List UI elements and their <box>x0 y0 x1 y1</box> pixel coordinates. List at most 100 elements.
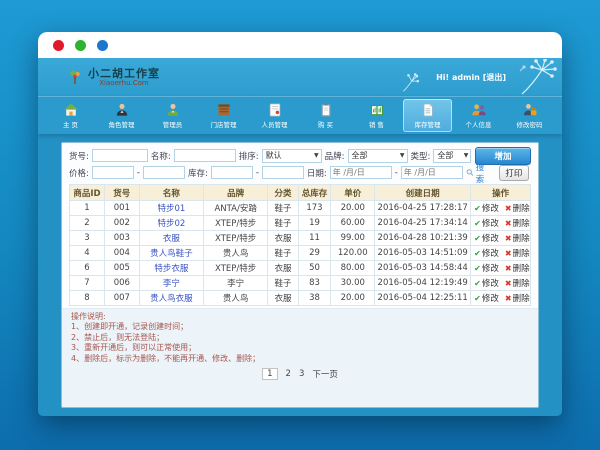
table-row: 4004贵人鸟鞋子贵人鸟鞋子29120.002016-05-03 14:51:0… <box>70 246 531 261</box>
edit-button[interactable]: ✔修改 <box>474 279 499 289</box>
cell-created: 2016-04-28 10:21:39 <box>375 231 471 246</box>
cell-category: 鞋子 <box>268 276 298 291</box>
dandelion-decoration <box>512 59 558 95</box>
cell-category: 衣服 <box>268 231 298 246</box>
delete-icon: ✖ <box>505 219 512 228</box>
range-separator: - <box>137 168 140 178</box>
stock-min-input[interactable] <box>211 166 253 179</box>
cell-price: 120.00 <box>331 246 375 261</box>
edit-button[interactable]: ✔修改 <box>474 264 499 274</box>
brand-select[interactable]: 全部 ▼ <box>348 149 408 163</box>
product-link[interactable]: 特步衣服 <box>154 264 188 274</box>
nav-item-2[interactable]: 角色管理 <box>97 99 146 132</box>
cell-name: 衣服 <box>139 231 203 246</box>
delete-button[interactable]: ✖删除 <box>505 219 530 229</box>
chevron-down-icon: ▼ <box>464 152 469 159</box>
nav-item-8[interactable]: 库存管理 <box>403 99 452 132</box>
product-link[interactable]: 特步01 <box>157 204 185 214</box>
delete-icon: ✖ <box>505 249 512 258</box>
nav-item-3[interactable]: 管理员 <box>148 99 197 132</box>
nav-item-1[interactable]: 主 页 <box>46 99 95 132</box>
print-button[interactable]: 打印 <box>499 165 529 181</box>
edit-button[interactable]: ✔修改 <box>474 234 499 244</box>
nav-item-4[interactable]: 门店管理 <box>199 99 248 132</box>
nav-item-5[interactable]: 人员管理 <box>250 99 299 132</box>
cell-id: 6 <box>70 261 105 276</box>
product-link[interactable]: 特步02 <box>157 219 185 229</box>
delete-button[interactable]: ✖删除 <box>505 264 530 274</box>
window-close-button[interactable] <box>53 40 64 51</box>
column-header: 操作 <box>471 185 531 201</box>
nav-item-10[interactable]: 修改密码 <box>505 99 554 132</box>
column-header: 分类 <box>268 185 298 201</box>
product-link[interactable]: 贵人鸟衣服 <box>150 294 193 304</box>
user-greeting: Hi! admin <box>436 73 480 82</box>
range-separator: - <box>256 168 259 178</box>
nav-label: 销 售 <box>369 119 384 129</box>
edit-icon: ✔ <box>474 264 481 273</box>
edit-button[interactable]: ✔修改 <box>474 294 499 304</box>
cell-category: 衣服 <box>268 291 298 306</box>
delete-button[interactable]: ✖删除 <box>505 294 530 304</box>
price-max-input[interactable] <box>143 166 185 179</box>
nav-item-6[interactable]: 购 买 <box>301 99 350 132</box>
table-row: 2002特步02XTEP/特步鞋子1960.002016-04-25 17:34… <box>70 216 531 231</box>
cell-price: 99.00 <box>331 231 375 246</box>
cell-id: 2 <box>70 216 105 231</box>
nav-label: 个人信息 <box>466 119 492 129</box>
stock-label: 库存: <box>188 167 208 179</box>
page-button-2[interactable]: 2 <box>286 369 291 379</box>
edit-icon: ✔ <box>474 249 481 258</box>
sort-select[interactable]: 默认 ▼ <box>262 149 322 163</box>
delete-button[interactable]: ✖删除 <box>505 279 530 289</box>
pagination: 123 下一页 <box>62 368 538 380</box>
main-nav: 主 页角色管理 管理员门店管理 人员管理购 买销 售 库存管理个人信息 修改密码 <box>38 96 562 134</box>
delete-button[interactable]: ✖删除 <box>505 249 530 259</box>
cell-brand: 贵人鸟 <box>204 246 268 261</box>
chevron-down-icon: ▼ <box>314 152 319 159</box>
cell-price: 80.00 <box>331 261 375 276</box>
edit-icon: ✔ <box>474 234 481 243</box>
product-link[interactable]: 贵人鸟鞋子 <box>150 249 193 259</box>
date-to-input[interactable] <box>401 166 463 179</box>
nav-item-9[interactable]: 个人信息 <box>454 99 503 132</box>
delete-icon: ✖ <box>505 264 512 273</box>
price-min-input[interactable] <box>92 166 134 179</box>
delete-button[interactable]: ✖删除 <box>505 204 530 214</box>
search-link[interactable]: 搜索 <box>466 161 491 185</box>
product-link[interactable]: 李宁 <box>163 279 180 289</box>
filter-bar: 货号: 名称: 排序: 默认 ▼ 品牌: 全部 ▼ 类型: <box>62 143 538 183</box>
nav-item-7[interactable]: 销 售 <box>352 99 401 132</box>
product-link[interactable]: 衣服 <box>163 234 180 244</box>
range-separator: - <box>395 168 398 178</box>
edit-button[interactable]: ✔修改 <box>474 249 499 259</box>
cell-sku: 005 <box>104 261 139 276</box>
logout-link[interactable]: [退出] <box>483 73 506 82</box>
stock-max-input[interactable] <box>262 166 304 179</box>
cell-sku: 002 <box>104 216 139 231</box>
nav-label: 角色管理 <box>109 119 135 129</box>
edit-button[interactable]: ✔修改 <box>474 219 499 229</box>
nav-label: 修改密码 <box>517 119 543 129</box>
table-row: 1001特步01ANTA/安踏鞋子17320.002016-04-25 17:2… <box>70 201 531 216</box>
delete-button[interactable]: ✖删除 <box>505 234 530 244</box>
delete-icon: ✖ <box>505 279 512 288</box>
nav-label: 门店管理 <box>211 119 237 129</box>
page-button-1[interactable]: 1 <box>262 368 277 380</box>
cell-brand: XTEP/特步 <box>204 231 268 246</box>
sales-icon <box>369 102 385 118</box>
cell-name: 特步01 <box>139 201 203 216</box>
window-maximize-button[interactable] <box>97 40 108 51</box>
date-from-input[interactable] <box>330 166 392 179</box>
name-input[interactable] <box>174 149 236 162</box>
logo-subtitle: Xiaoerhu.Com <box>88 79 160 87</box>
notes-title: 操作说明: <box>71 312 529 322</box>
item-no-input[interactable] <box>92 149 148 162</box>
edit-button[interactable]: ✔修改 <box>474 204 499 214</box>
next-page-button[interactable]: 下一页 <box>312 368 338 380</box>
role-icon <box>114 102 130 118</box>
logo-title: 小二胡工作室 <box>88 68 160 79</box>
cell-operations: ✔修改 ✖删除 <box>471 261 531 276</box>
window-minimize-button[interactable] <box>75 40 86 51</box>
page-button-3[interactable]: 3 <box>299 369 304 379</box>
